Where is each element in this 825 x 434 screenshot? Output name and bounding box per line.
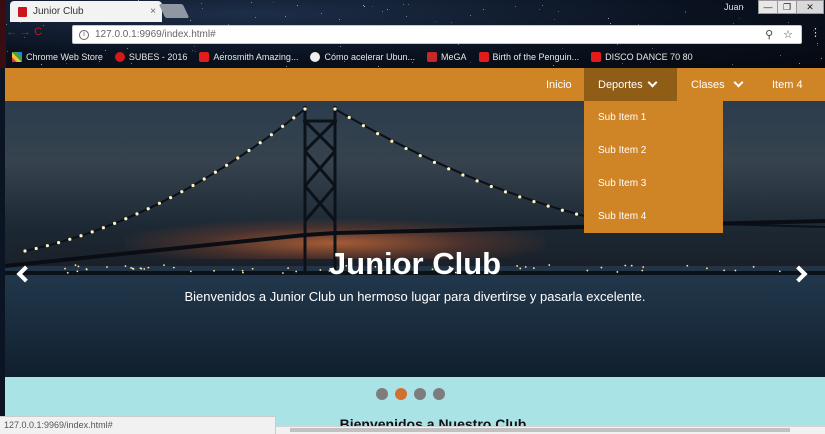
nav-label: Inicio — [546, 78, 572, 91]
close-window-button[interactable]: ✕ — [796, 0, 824, 14]
hero-subtitle: Bienvenidos a Junior Club un hermoso lug… — [184, 289, 646, 304]
bookmark-label: Cómo acelerar Ubun... — [324, 52, 415, 62]
status-bar: 127.0.0.1:9969/index.html# — [0, 416, 276, 434]
nav-item-4[interactable]: Item 4 — [772, 68, 803, 101]
navigation-buttons[interactable]: ← → C — [6, 26, 42, 38]
nav-item-clases[interactable]: Clases — [691, 68, 744, 101]
bookmark-label: Aerosmith Amazing... — [213, 52, 299, 62]
m-icon — [427, 52, 437, 62]
browser-tab[interactable]: Junior Club × — [10, 1, 162, 22]
bookmark-item[interactable]: DISCO DANCE 70 80 — [591, 52, 693, 62]
bookmark-item[interactable]: MeGA — [427, 52, 467, 62]
bookmarks-bar: Chrome Web Store SUBES - 2016 Aerosmith Am… — [0, 47, 825, 67]
carousel-indicators — [376, 388, 445, 400]
menu-icon[interactable]: ⋮ — [810, 26, 821, 39]
nav-label: Item 4 — [772, 78, 803, 91]
tab-close-icon[interactable]: × — [150, 6, 156, 17]
bookmark-label: DISCO DANCE 70 80 — [605, 52, 693, 62]
scrollbar-thumb[interactable] — [290, 428, 790, 432]
navbar: Inicio Deportes Clases Item 4 — [5, 68, 825, 101]
url-text[interactable]: 127.0.0.1:9969/index.html# — [95, 29, 216, 40]
carousel-dot[interactable] — [376, 388, 388, 400]
bookmark-label: Birth of the Penguin... — [492, 52, 580, 62]
minimize-button[interactable]: — — [758, 0, 778, 14]
bookmark-label: SUBES - 2016 — [128, 52, 188, 62]
hero-title: Junior Club — [328, 246, 502, 281]
bookmark-item[interactable]: Chrome Web Store — [12, 52, 103, 62]
youtube-icon — [199, 52, 210, 62]
toolbar: ← → C i 127.0.0.1:9969/index.html# ⚲ ☆ ⋮ — [6, 22, 825, 46]
browser-chrome: Junior Club × Juan — ❐ ✕ ← → C i 127.0.0… — [0, 0, 825, 68]
bookmark-item[interactable]: SUBES - 2016 — [114, 52, 188, 62]
dropdown-item[interactable]: Sub Item 4 — [584, 200, 723, 233]
carousel-dot[interactable] — [414, 388, 426, 400]
white-circle-icon — [310, 52, 321, 62]
dropdown-item[interactable]: Sub Item 3 — [584, 167, 723, 200]
website: Inicio Deportes Clases Item 4 Sub Item 1… — [5, 68, 825, 434]
tab-title: Junior Club — [33, 6, 84, 17]
bookmark-label: Chrome Web Store — [26, 52, 103, 62]
nav-label: Clases — [691, 78, 725, 91]
profile-name[interactable]: Juan — [724, 2, 744, 12]
nav-item-deportes[interactable]: Deportes — [584, 68, 677, 101]
bookmark-label: MeGA — [441, 52, 467, 62]
red-circle-icon — [114, 52, 125, 62]
grid-icon — [12, 52, 22, 62]
carousel-prev-icon[interactable] — [13, 264, 34, 284]
bookmark-item[interactable]: Aerosmith Amazing... — [199, 52, 298, 62]
youtube-icon — [591, 52, 602, 62]
bookmark-item[interactable]: Cómo acelerar Ubun... — [310, 52, 415, 62]
bookmark-star-icon[interactable]: ☆ — [783, 28, 793, 41]
address-bar[interactable]: i 127.0.0.1:9969/index.html# ⚲ ☆ — [72, 25, 802, 44]
nav-label: Deportes — [598, 78, 643, 91]
favicon-icon — [18, 6, 27, 17]
deportes-dropdown: Sub Item 1 Sub Item 2 Sub Item 3 Sub Ite… — [584, 101, 723, 233]
info-icon[interactable]: i — [79, 29, 89, 40]
dropdown-item[interactable]: Sub Item 1 — [584, 101, 723, 134]
carousel-dot[interactable] — [395, 388, 407, 400]
youtube-icon — [478, 52, 489, 62]
search-icon[interactable]: ⚲ — [765, 28, 773, 41]
chevron-down-icon — [647, 77, 658, 88]
chevron-down-icon — [733, 77, 744, 88]
dropdown-item[interactable]: Sub Item 2 — [584, 134, 723, 167]
carousel-next-icon[interactable] — [790, 264, 813, 284]
carousel-dot[interactable] — [433, 388, 445, 400]
nav-item-inicio[interactable]: Inicio — [546, 68, 572, 101]
bookmark-item[interactable]: Birth of the Penguin... — [478, 52, 580, 62]
maximize-button[interactable]: ❐ — [777, 0, 797, 14]
